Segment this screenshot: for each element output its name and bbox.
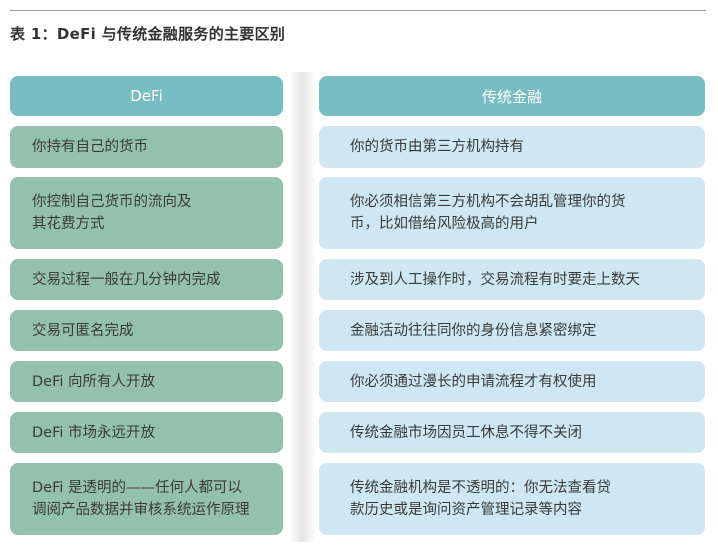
row-3-defi-text: 交易可匿名完成 (32, 322, 134, 339)
row-0-traditional-text: 你的货币由第三方机构持有 (350, 139, 524, 155)
row-2-traditional: 涉及到人工操作时，交易流程有时要走上数天 (319, 259, 705, 300)
row-6-defi-text: DeFi 是透明的——任何人都可以 调阅产品数据并审核系统运作原理 (32, 480, 250, 518)
row-3-traditional-text: 金融活动往往同你的身份信息紧密绑定 (350, 322, 597, 339)
column-divider (289, 72, 316, 542)
row-2-defi: 交易过程一般在几分钟内完成 (10, 259, 283, 300)
row-4-defi: DeFi 向所有人开放 (10, 361, 283, 402)
table-title: 表 1：DeFi 与传统金融服务的主要区别 (10, 25, 286, 43)
row-0-traditional: 你的货币由第三方机构持有 (319, 126, 705, 168)
header-defi: DeFi (10, 76, 283, 116)
row-1-defi: 你控制自己货币的流向及 其花费方式 (10, 177, 283, 249)
row-0-defi-text: 你持有自己的货币 (32, 139, 148, 155)
row-4-traditional: 你必须通过漫长的申请流程才有权使用 (319, 361, 705, 402)
top-rule (10, 10, 706, 11)
row-6-traditional-text: 传统金融机构是不透明的：你无法查看贷 款历史或是询问资产管理记录等内容 (350, 480, 611, 518)
row-3-defi: 交易可匿名完成 (10, 310, 283, 351)
row-4-defi-text: DeFi 向所有人开放 (32, 373, 156, 390)
row-6-defi: DeFi 是透明的——任何人都可以 调阅产品数据并审核系统运作原理 (10, 463, 283, 535)
row-1-defi-text: 你控制自己货币的流向及 其花费方式 (32, 194, 192, 232)
row-3-traditional: 金融活动往往同你的身份信息紧密绑定 (319, 310, 705, 351)
row-4-traditional-text: 你必须通过漫长的申请流程才有权使用 (350, 373, 597, 390)
row-6-traditional: 传统金融机构是不透明的：你无法查看贷 款历史或是询问资产管理记录等内容 (319, 463, 705, 535)
row-5-traditional: 传统金融市场因员工休息不得不关闭 (319, 412, 705, 453)
row-1-traditional: 你必须相信第三方机构不会胡乱管理你的货 币，比如借给风险极高的用户 (319, 177, 705, 249)
row-2-defi-text: 交易过程一般在几分钟内完成 (32, 271, 221, 288)
row-5-traditional-text: 传统金融市场因员工休息不得不关闭 (350, 424, 582, 441)
row-5-defi-text: DeFi 市场永远开放 (32, 424, 156, 441)
row-1-traditional-text: 你必须相信第三方机构不会胡乱管理你的货 币，比如借给风险极高的用户 (350, 194, 626, 232)
row-2-traditional-text: 涉及到人工操作时，交易流程有时要走上数天 (350, 271, 640, 288)
row-5-defi: DeFi 市场永远开放 (10, 412, 283, 453)
header-traditional-finance: 传统金融 (319, 76, 705, 116)
row-0-defi: 你持有自己的货币 (10, 126, 283, 168)
